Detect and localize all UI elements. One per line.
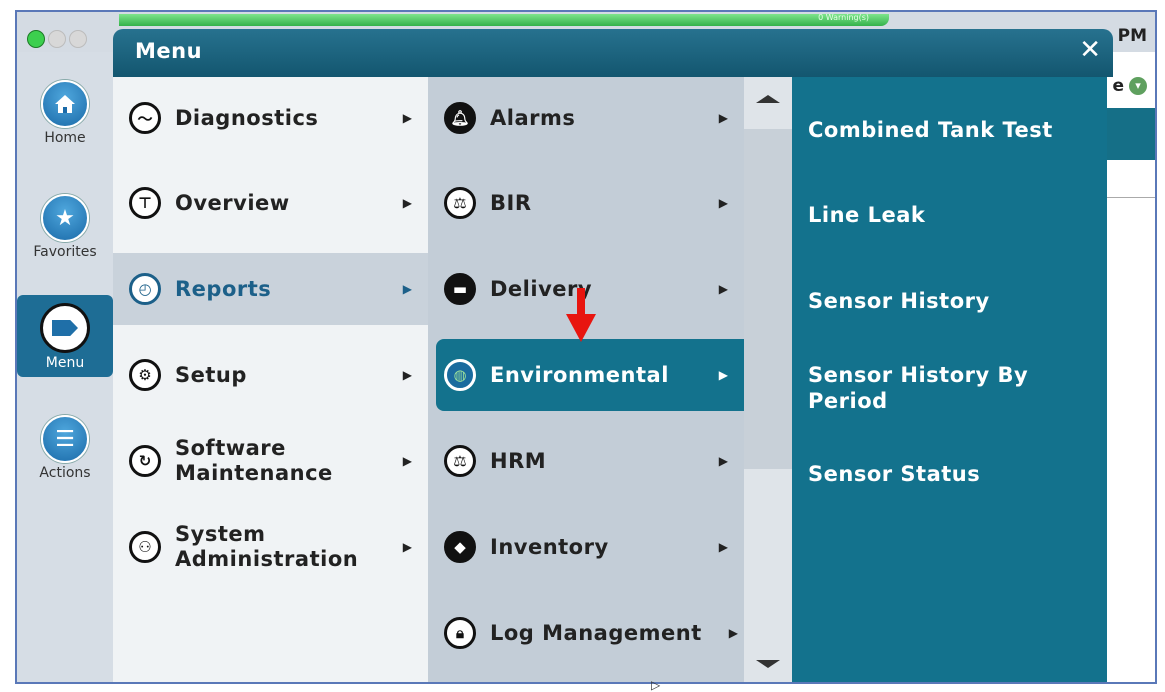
chevron-right-icon: ▶: [718, 454, 728, 468]
scale-icon: ⚖: [444, 445, 476, 477]
chevron-right-icon: ▶: [718, 282, 728, 296]
rail-menu[interactable]: Menu: [17, 295, 113, 377]
chevron-right-icon: ▶: [402, 111, 412, 125]
status-banner[interactable]: 0 Warning(s): [119, 13, 889, 26]
menu-item-label: BIR: [490, 190, 532, 215]
submenu-combined-tank-test[interactable]: Combined Tank Test: [808, 117, 1098, 143]
chevron-down-icon: ▾: [1129, 77, 1147, 95]
scrollbar[interactable]: [744, 77, 792, 682]
menu-item-label: Inventory: [490, 534, 609, 559]
chevron-right-icon: ▶: [718, 111, 728, 125]
chevron-right-icon: ▶: [402, 282, 412, 296]
admin-icon: ⚇: [129, 531, 161, 563]
menu-item-environmental[interactable]: ◍ Environmental ▶: [436, 339, 744, 411]
annotation-arrow-icon: [566, 288, 596, 342]
menu-item-system-administration[interactable]: ⚇ System Administration ▶: [113, 511, 428, 583]
rail-home-label: Home: [44, 130, 86, 146]
background-dropdown[interactable]: e ▾: [1112, 76, 1147, 96]
rail-favorites-label: Favorites: [33, 244, 97, 260]
menu-item-alarms[interactable]: 🔔︎ Alarms ▶: [428, 82, 744, 154]
chevron-right-icon: ▶: [718, 196, 728, 210]
menu-level-2: 🔔︎ Alarms ▶ ⚖ BIR ▶ ▬ Delivery ▶ ◍ Envir…: [428, 77, 744, 682]
window-button-2[interactable]: [48, 30, 66, 48]
close-icon[interactable]: ✕: [1079, 35, 1101, 65]
chevron-right-icon: ▶: [402, 454, 412, 468]
truck-icon: ▬: [444, 273, 476, 305]
menu-header: Menu ✕: [113, 29, 1113, 77]
menu-level-3: Combined Tank Test Line Leak Sensor Hist…: [792, 77, 1107, 682]
lock-icon: 🔒︎: [444, 617, 476, 649]
mouse-cursor-icon: ▷: [651, 678, 661, 692]
chevron-right-icon: ▶: [402, 540, 412, 554]
bell-icon: 🔔︎: [444, 102, 476, 134]
menu-item-reports[interactable]: ◴ Reports ▶: [113, 253, 428, 325]
chevron-right-icon: ▶: [402, 368, 412, 382]
menu-item-label: Reports: [175, 276, 272, 301]
rail-actions-label: Actions: [39, 465, 91, 481]
box-icon: ◆: [444, 531, 476, 563]
menu-item-label: System Administration: [175, 522, 359, 571]
refresh-icon: ↻: [129, 445, 161, 477]
scale-icon: ⚖: [444, 187, 476, 219]
scroll-up-icon[interactable]: [756, 95, 780, 103]
rail-home[interactable]: Home: [17, 80, 113, 146]
list-icon: ☰: [41, 415, 89, 463]
menu-item-diagnostics[interactable]: 〜 Diagnostics ▶: [113, 82, 428, 154]
menu-item-software-maintenance[interactable]: ↻ Software Maintenance ▶: [113, 425, 428, 497]
globe-icon: ◍: [444, 359, 476, 391]
window-controls: [27, 30, 87, 48]
menu-item-label: Log Management: [490, 620, 702, 645]
window-green-button[interactable]: [27, 30, 45, 48]
diagnostics-icon: 〜: [129, 102, 161, 134]
menu-item-overview[interactable]: ⊤ Overview ▶: [113, 167, 428, 239]
chevron-right-icon: ▶: [402, 196, 412, 210]
rail-actions[interactable]: ☰ Actions: [17, 415, 113, 481]
menu-item-bir[interactable]: ⚖ BIR ▶: [428, 167, 744, 239]
scroll-down-icon[interactable]: [756, 660, 780, 668]
home-icon: [41, 80, 89, 128]
menu-item-label: HRM: [490, 448, 547, 473]
left-rail: Home ★ Favorites Menu ☰ Actions: [17, 52, 113, 682]
menu-title: Menu: [135, 39, 203, 63]
menu-item-hrm[interactable]: ⚖ HRM ▶: [428, 425, 744, 497]
window-button-3[interactable]: [69, 30, 87, 48]
overview-icon: ⊤: [129, 187, 161, 219]
submenu-line-leak[interactable]: Line Leak: [808, 202, 1098, 228]
warning-text: 0 Warning(s): [818, 13, 869, 22]
gear-icon: ⚙: [129, 359, 161, 391]
menu-item-log-management[interactable]: 🔒︎ Log Management ▶: [428, 597, 744, 669]
menu-item-label: Diagnostics: [175, 105, 319, 130]
menu-item-label: Software Maintenance: [175, 436, 333, 485]
clock: PM: [1117, 26, 1147, 46]
submenu-sensor-history[interactable]: Sensor History: [808, 288, 1098, 314]
chevron-right-icon: ▶: [718, 368, 728, 382]
menu-item-inventory[interactable]: ◆ Inventory ▶: [428, 511, 744, 583]
menu-level-1: 〜 Diagnostics ▶ ⊤ Overview ▶ ◴ Reports ▶…: [113, 77, 428, 682]
chevron-right-icon: ▶: [718, 540, 728, 554]
chevron-right-icon: ▶: [728, 626, 738, 640]
menu-item-label: Alarms: [490, 105, 576, 130]
menu-item-label: Setup: [175, 362, 247, 387]
menu-item-label: Environmental: [490, 362, 669, 387]
menu-item-setup[interactable]: ⚙ Setup ▶: [113, 339, 428, 411]
menu-popup: Menu ✕ 〜 Diagnostics ▶ ⊤ Overview ▶ ◴ Re…: [113, 29, 1113, 682]
app-window: 0 Warning(s) PM e ▾ Home ★ Favorites Menu…: [15, 10, 1157, 684]
menu-item-label: Overview: [175, 190, 290, 215]
submenu-sensor-status[interactable]: Sensor Status: [808, 461, 1098, 487]
rail-menu-label: Menu: [45, 355, 85, 371]
tag-icon: [40, 303, 90, 353]
star-icon: ★: [41, 194, 89, 242]
rail-favorites[interactable]: ★ Favorites: [17, 194, 113, 260]
clock-icon: ◴: [129, 273, 161, 305]
submenu-sensor-history-by-period[interactable]: Sensor History By Period: [808, 362, 1098, 414]
scrollbar-thumb[interactable]: [744, 129, 792, 469]
